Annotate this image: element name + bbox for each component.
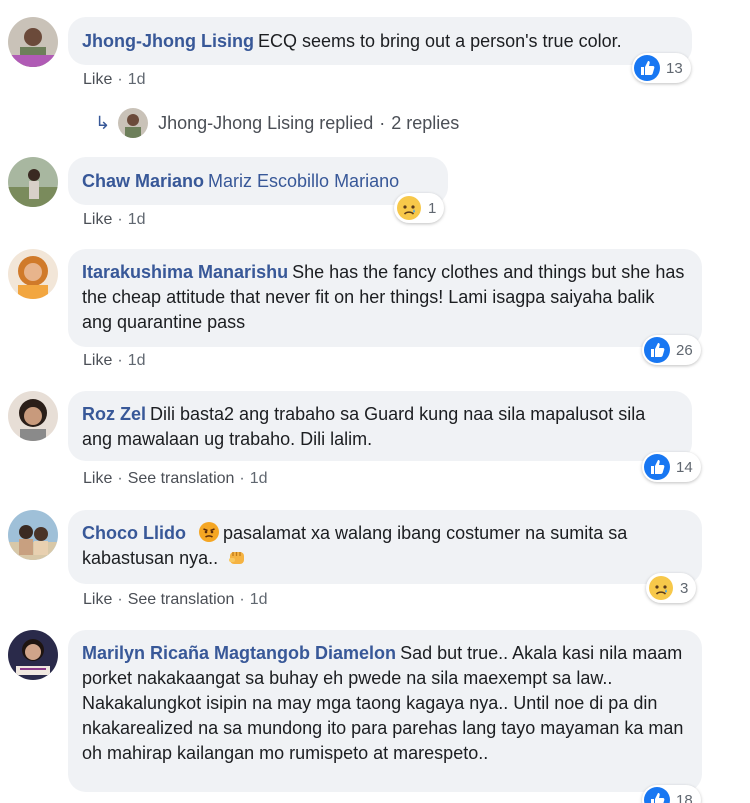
comment-author[interactable]: Chaw Mariano [82,171,204,191]
replies-author: Jhong-Jhong Lising replied [158,112,374,133]
separator: · [117,470,123,487]
sad-icon [397,196,421,220]
reaction-badge[interactable]: 13 [632,53,691,83]
reaction-badge[interactable]: 1 [394,193,445,223]
avatar[interactable] [8,510,58,560]
comment-meta: Like · 1d [83,70,145,90]
comment-text: ECQ seems to bring out a person's true c… [257,31,622,51]
comment-bubble: Marilyn Ricaña Magtangob Diamelon Sad but… [68,630,702,792]
separator: · [117,211,123,228]
comment-meta: Like · See translation · 1d [83,590,268,610]
reaction-count: 26 [676,341,693,359]
separator: · [117,591,123,608]
comment-bubble: Choco Llido pasalamat xa walang ibang co… [68,510,702,584]
fist-emoji-icon [229,552,245,564]
timestamp[interactable]: 1d [250,591,268,608]
comment-bubble: Roz Zel Dili basta2 ang trabaho sa Guard … [68,391,692,461]
tagged-person[interactable]: Mariz Escobillo Mariano [208,171,399,191]
comment-bubble: Chaw Mariano Mariz Escobillo Mariano [68,157,448,205]
separator: · [117,352,123,369]
see-translation-link[interactable]: See translation [128,591,235,608]
avatar[interactable] [8,630,58,680]
reply-arrow-icon: ↳ [95,112,111,133]
like-link[interactable]: Like [83,71,112,88]
reaction-badge[interactable]: 14 [642,452,701,482]
avatar[interactable] [8,17,58,67]
view-replies-link[interactable]: ↳ Jhong-Jhong Lising replied · 2 replies [95,107,459,139]
like-icon [644,337,670,363]
reaction-count: 1 [428,199,437,217]
comment-author[interactable]: Choco Llido [82,523,186,543]
comment-meta: Like · 1d [83,351,145,371]
reaction-count: 13 [666,59,683,77]
replies-count: 2 replies [391,112,460,133]
comment-text: Dili basta2 ang trabaho sa Guard kung na… [82,404,646,449]
separator: · [379,112,386,133]
like-icon [644,787,670,803]
comment-bubble: Itarakushima Manarishu She has the fancy … [68,249,702,347]
angry-emoji-icon [199,522,219,542]
reaction-count: 3 [680,579,689,597]
reaction-count: 18 [676,791,693,803]
comment-author[interactable]: Jhong-Jhong Lising [82,31,254,51]
like-icon [634,55,660,81]
comment-author[interactable]: Marilyn Ricaña Magtangob Diamelon [82,643,396,663]
avatar [118,108,149,138]
separator: · [117,71,123,88]
reaction-badge[interactable]: 26 [642,335,701,365]
comment-author[interactable]: Roz Zel [82,404,146,424]
separator: · [239,470,245,487]
reaction-count: 14 [676,458,693,476]
separator: · [239,591,245,608]
like-link[interactable]: Like [83,352,112,369]
timestamp[interactable]: 1d [128,211,146,228]
timestamp[interactable]: 1d [128,352,146,369]
reaction-badge[interactable]: 18 [642,785,701,803]
comment-meta: Like · See translation · 1d [83,469,268,489]
like-icon [644,454,670,480]
comment-author[interactable]: Itarakushima Manarishu [82,262,288,282]
timestamp[interactable]: 1d [128,71,146,88]
comment-meta: Like · 1d [83,210,145,230]
avatar[interactable] [8,249,58,299]
comment-bubble: Jhong-Jhong Lising ECQ seems to bring out… [68,17,692,65]
reaction-badge[interactable]: 3 [646,573,697,603]
like-link[interactable]: Like [83,591,112,608]
like-link[interactable]: Like [83,211,112,228]
sad-icon [649,576,673,600]
timestamp[interactable]: 1d [250,470,268,487]
avatar[interactable] [8,157,58,207]
see-translation-link[interactable]: See translation [128,470,235,487]
avatar[interactable] [8,391,58,441]
like-link[interactable]: Like [83,470,112,487]
